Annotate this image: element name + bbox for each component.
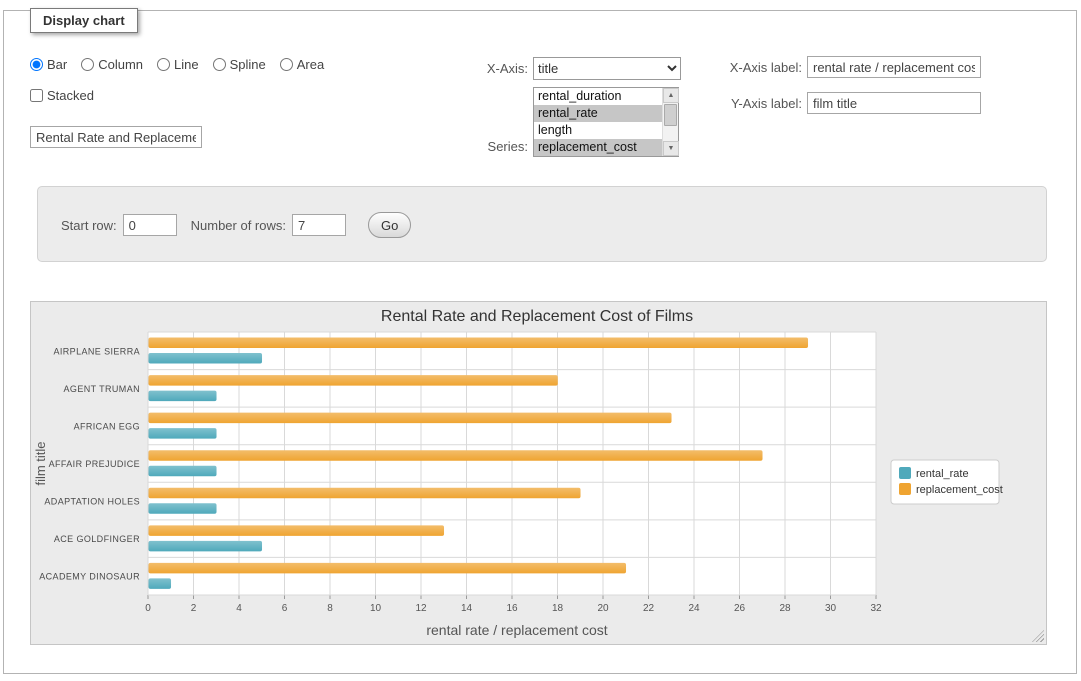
svg-text:24: 24 — [688, 603, 700, 614]
svg-text:AFFAIR PREJUDICE: AFFAIR PREJUDICE — [49, 459, 140, 469]
number-of-rows-input[interactable] — [292, 214, 346, 236]
chart-type-option-column[interactable]: Column — [81, 57, 143, 72]
stacked-checkbox[interactable] — [30, 89, 43, 102]
svg-text:28: 28 — [779, 603, 791, 614]
chart-type-label-spline: Spline — [230, 57, 266, 72]
svg-text:ACE GOLDFINGER: ACE GOLDFINGER — [54, 534, 140, 544]
series-listbox-label: Series: — [400, 139, 528, 154]
chart-type-option-spline[interactable]: Spline — [213, 57, 266, 72]
series-option-replacement_cost[interactable]: replacement_cost — [534, 139, 662, 156]
svg-text:ADAPTATION HOLES: ADAPTATION HOLES — [44, 497, 140, 507]
chart-type-radios: Bar Column Line Spline Area — [30, 57, 324, 72]
stacked-option[interactable]: Stacked — [30, 88, 94, 103]
svg-text:AFRICAN EGG: AFRICAN EGG — [74, 421, 140, 431]
number-of-rows-label: Number of rows: — [191, 218, 286, 233]
svg-text:22: 22 — [643, 603, 655, 614]
xaxis-select-label: X-Axis: — [400, 61, 528, 76]
svg-text:AIRPLANE SIERRA: AIRPLANE SIERRA — [53, 346, 140, 356]
svg-text:AGENT TRUMAN: AGENT TRUMAN — [64, 384, 140, 394]
chart-type-radio-spline[interactable] — [213, 58, 226, 71]
chart-type-radio-column[interactable] — [81, 58, 94, 71]
yaxis-label-field: Y-Axis label: — [640, 92, 981, 114]
start-row-input[interactable] — [123, 214, 177, 236]
series-option-length[interactable]: length — [534, 122, 662, 139]
chart-type-label-column: Column — [98, 57, 143, 72]
series-field: Series: rental_durationrental_ratelength… — [400, 87, 679, 157]
xaxis-label-input[interactable] — [807, 56, 981, 78]
xaxis-label-label: X-Axis label: — [640, 60, 802, 75]
svg-text:20: 20 — [597, 603, 609, 614]
chart-type-option-line[interactable]: Line — [157, 57, 199, 72]
svg-text:film title: film title — [33, 441, 48, 485]
svg-text:0: 0 — [145, 603, 151, 614]
svg-text:14: 14 — [461, 603, 473, 614]
svg-text:32: 32 — [870, 603, 882, 614]
chart-type-radio-area[interactable] — [280, 58, 293, 71]
svg-text:ACADEMY DINOSAUR: ACADEMY DINOSAUR — [39, 572, 140, 582]
chart-type-option-bar[interactable]: Bar — [30, 57, 67, 72]
svg-text:6: 6 — [282, 603, 288, 614]
yaxis-label-input[interactable] — [807, 92, 981, 114]
svg-text:replacement_cost: replacement_cost — [916, 484, 1003, 496]
chart-type-option-area[interactable]: Area — [280, 57, 324, 72]
scroll-down-icon[interactable]: ▼ — [663, 141, 679, 156]
xaxis-field: X-Axis: title — [400, 57, 681, 80]
panel-legend: Display chart — [30, 8, 138, 33]
chart-container: 02468101214161820222426283032AIRPLANE SI… — [30, 301, 1047, 645]
chart-type-label-area: Area — [297, 57, 324, 72]
go-button[interactable]: Go — [368, 212, 411, 238]
chart-type-radio-bar[interactable] — [30, 58, 43, 71]
start-row-label: Start row: — [61, 218, 117, 233]
chart-type-label-bar: Bar — [47, 57, 67, 72]
svg-text:rental rate / replacement cost: rental rate / replacement cost — [426, 622, 607, 638]
bar-chart: 02468101214161820222426283032AIRPLANE SI… — [31, 302, 1046, 644]
svg-text:18: 18 — [552, 603, 564, 614]
svg-text:4: 4 — [236, 603, 242, 614]
svg-text:8: 8 — [327, 603, 333, 614]
svg-text:10: 10 — [370, 603, 382, 614]
svg-text:12: 12 — [415, 603, 427, 614]
rows-panel-controls: Start row: Number of rows: Go — [61, 212, 411, 238]
xaxis-label-field: X-Axis label: — [640, 56, 981, 78]
chart-type-label-line: Line — [174, 57, 199, 72]
svg-text:30: 30 — [825, 603, 837, 614]
rows-panel: Start row: Number of rows: Go — [37, 186, 1047, 262]
page: Display chart Bar Column Line Spline Are… — [0, 0, 1081, 681]
svg-text:Rental Rate and Replacement Co: Rental Rate and Replacement Cost of Film… — [381, 308, 693, 325]
chart-title-input[interactable] — [30, 126, 202, 148]
chart-type-radio-line[interactable] — [157, 58, 170, 71]
yaxis-label-label: Y-Axis label: — [640, 96, 802, 111]
stacked-label: Stacked — [47, 88, 94, 103]
svg-text:16: 16 — [506, 603, 518, 614]
svg-text:2: 2 — [191, 603, 197, 614]
svg-text:26: 26 — [734, 603, 746, 614]
svg-text:rental_rate: rental_rate — [916, 468, 969, 480]
